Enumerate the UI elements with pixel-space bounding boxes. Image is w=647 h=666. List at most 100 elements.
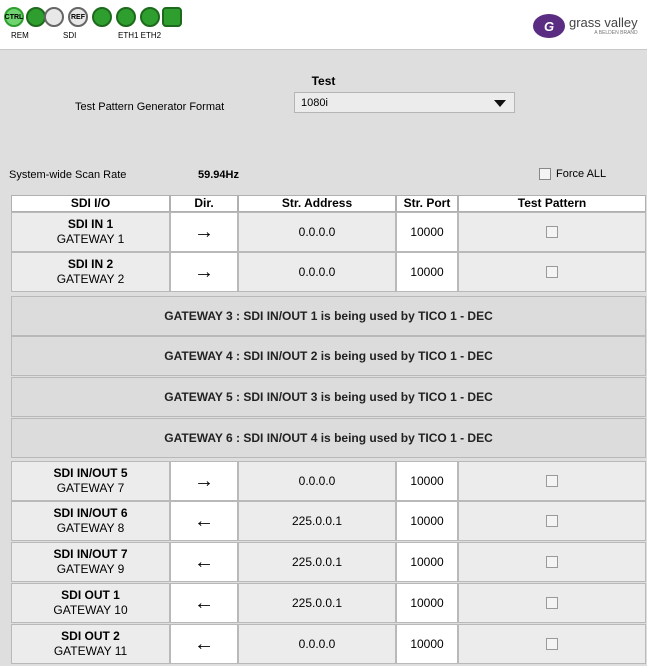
stream-port: 10000 (410, 474, 444, 488)
stream-address: 0.0.0.0 (298, 637, 336, 651)
test-pattern-checkbox[interactable] (546, 266, 558, 278)
address-cell[interactable]: 0.0.0.0 (238, 252, 396, 292)
port-cell[interactable]: 10000 (396, 583, 458, 623)
arrow-left-icon: ← (194, 633, 214, 655)
sdi-io-cell: SDI IN 1 GATEWAY 1 (11, 212, 170, 252)
scan-rate-label: System-wide Scan Rate (9, 169, 127, 181)
port-cell[interactable]: 10000 (396, 542, 458, 582)
port-cell[interactable]: 10000 (396, 501, 458, 541)
gateway-in-use-banner: GATEWAY 6 : SDI IN/OUT 4 is being used b… (11, 418, 646, 458)
address-cell[interactable]: 225.0.0.1 (238, 501, 396, 541)
gateway-in-use-banner: GATEWAY 3 : SDI IN/OUT 1 is being used b… (11, 296, 646, 336)
test-pattern-checkbox[interactable] (546, 515, 558, 527)
status-toolbar: CTRL REF REM SDI ETH1 ETH2 G grass valle… (0, 0, 647, 50)
eth2-status-icon[interactable] (116, 7, 136, 27)
sdi-io-cell: SDI IN 2 GATEWAY 2 (11, 252, 170, 292)
stream-address: 0.0.0.0 (298, 474, 336, 488)
transfer-status-icon[interactable] (162, 7, 182, 27)
sdi-io-name: SDI IN 1 (67, 217, 114, 231)
sdi-io-cell: SDI OUT 2 GATEWAY 11 (11, 624, 170, 664)
eth1-status-icon[interactable] (92, 7, 112, 27)
test-pattern-cell (458, 542, 646, 582)
address-cell[interactable]: 225.0.0.1 (238, 542, 396, 582)
sdi-io-name: SDI IN/OUT 7 (53, 547, 128, 561)
scan-rate-value: 59.94Hz (198, 169, 239, 181)
arrow-right-icon: → (194, 221, 214, 243)
format-select[interactable]: 1080i (294, 92, 515, 113)
address-cell[interactable]: 0.0.0.0 (238, 461, 396, 501)
ref-status-icon[interactable]: REF (68, 7, 88, 27)
sdi-io-name: SDI OUT 1 (61, 588, 120, 602)
stream-port: 10000 (410, 225, 444, 239)
stream-address: 0.0.0.0 (298, 265, 336, 279)
direction-cell: → (170, 252, 238, 292)
gateway-name: GATEWAY 11 (53, 644, 128, 658)
gateway-name: GATEWAY 8 (56, 521, 125, 535)
format-label: Test Pattern Generator Format (75, 101, 225, 113)
test-pattern-cell (458, 501, 646, 541)
direction-cell: ← (170, 542, 238, 582)
sdi-io-cell: SDI IN/OUT 6 GATEWAY 8 (11, 501, 170, 541)
address-cell[interactable]: 0.0.0.0 (238, 624, 396, 664)
sdi-io-cell: SDI IN/OUT 5 GATEWAY 7 (11, 461, 170, 501)
header-str-port: Str. Port (396, 195, 458, 212)
stream-address: 0.0.0.0 (298, 225, 336, 239)
sdi-io-name: SDI IN/OUT 6 (53, 506, 128, 520)
gateway-name: GATEWAY 7 (56, 481, 125, 495)
gv-logo-icon: G (533, 14, 565, 38)
gateway-name: GATEWAY 2 (56, 272, 125, 286)
sdi-io-name: SDI OUT 2 (61, 629, 120, 643)
sdi-io-name: SDI IN/OUT 5 (53, 466, 128, 480)
test-pattern-checkbox[interactable] (546, 556, 558, 568)
ref-icon-label: REF (71, 13, 85, 21)
sdi-caption: SDI (63, 31, 77, 40)
gateway-in-use-banner: GATEWAY 4 : SDI IN/OUT 2 is being used b… (11, 336, 646, 376)
plus-status-icon[interactable] (140, 7, 160, 27)
test-pattern-checkbox[interactable] (546, 638, 558, 650)
logo-text: grass valley (569, 15, 638, 30)
test-pattern-cell (458, 583, 646, 623)
ctrl-icon-label: CTRL (4, 13, 24, 21)
force-all-label: Force ALL (556, 168, 607, 180)
direction-cell: ← (170, 501, 238, 541)
stream-address: 225.0.0.1 (291, 555, 343, 569)
sdi-io-cell: SDI OUT 1 GATEWAY 10 (11, 583, 170, 623)
stream-port: 10000 (410, 514, 444, 528)
test-pattern-cell (458, 212, 646, 252)
direction-cell: ← (170, 624, 238, 664)
direction-cell: → (170, 461, 238, 501)
stream-port: 10000 (410, 637, 444, 651)
stream-address: 225.0.0.1 (291, 596, 343, 610)
format-select-value: 1080i (301, 97, 328, 109)
eth-caption: ETH1 ETH2 (118, 31, 162, 40)
gateway-in-use-banner: GATEWAY 5 : SDI IN/OUT 3 is being used b… (11, 377, 646, 417)
test-pattern-cell (458, 624, 646, 664)
port-cell[interactable]: 10000 (396, 461, 458, 501)
gateway-name: GATEWAY 1 (56, 232, 125, 246)
connection-status-icon[interactable] (26, 7, 46, 27)
force-all-checkbox[interactable] (539, 168, 551, 180)
ctrl-status-icon[interactable]: CTRL (4, 7, 24, 27)
sdi-io-cell: SDI IN/OUT 7 GATEWAY 9 (11, 542, 170, 582)
logo-subtext: A BELDEN BRAND (594, 30, 638, 36)
address-cell[interactable]: 225.0.0.1 (238, 583, 396, 623)
stream-port: 10000 (410, 596, 444, 610)
port-cell[interactable]: 10000 (396, 212, 458, 252)
gateway-name: GATEWAY 9 (56, 562, 125, 576)
port-cell[interactable]: 10000 (396, 252, 458, 292)
header-dir: Dir. (170, 195, 238, 212)
header-test-pattern: Test Pattern (458, 195, 646, 212)
test-pattern-checkbox[interactable] (546, 597, 558, 609)
sdi-status-icon[interactable] (44, 7, 64, 27)
test-pattern-checkbox[interactable] (546, 226, 558, 238)
port-cell[interactable]: 10000 (396, 624, 458, 664)
direction-cell: → (170, 212, 238, 252)
test-pattern-cell (458, 252, 646, 292)
sdi-io-name: SDI IN 2 (67, 257, 114, 271)
grass-valley-logo: G grass valley A BELDEN BRAND (533, 10, 641, 42)
address-cell[interactable]: 0.0.0.0 (238, 212, 396, 252)
arrow-left-icon: ← (194, 510, 214, 532)
stream-port: 10000 (410, 265, 444, 279)
header-str-address: Str. Address (238, 195, 396, 212)
test-pattern-checkbox[interactable] (546, 475, 558, 487)
